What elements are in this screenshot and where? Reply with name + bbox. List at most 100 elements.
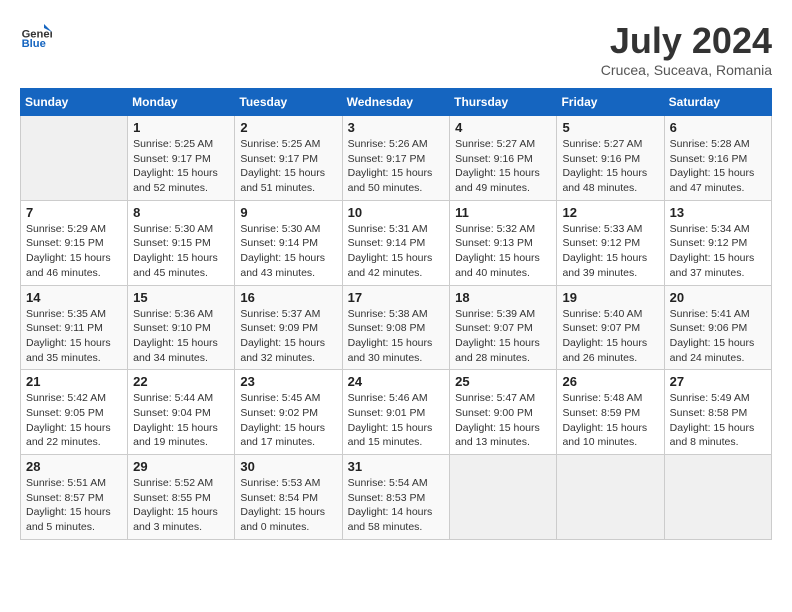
svg-text:Blue: Blue	[22, 38, 46, 50]
logo-icon: General Blue	[20, 20, 52, 52]
day-info: Sunrise: 5:30 AM Sunset: 9:14 PM Dayligh…	[240, 222, 336, 281]
column-header-wednesday: Wednesday	[342, 89, 450, 116]
title-block: July 2024 Crucea, Suceava, Romania	[601, 20, 772, 78]
calendar-cell: 28 Sunrise: 5:51 AM Sunset: 8:57 PM Dayli…	[21, 455, 128, 540]
column-header-friday: Friday	[557, 89, 664, 116]
day-info: Sunrise: 5:38 AM Sunset: 9:08 PM Dayligh…	[348, 307, 445, 366]
day-info: Sunrise: 5:28 AM Sunset: 9:16 PM Dayligh…	[670, 137, 766, 196]
day-number: 16	[240, 290, 336, 305]
calendar-cell: 4Sunrise: 5:27 AM Sunset: 9:16 PM Daylig…	[450, 116, 557, 201]
day-info: Sunrise: 5:45 AM Sunset: 9:02 PM Dayligh…	[240, 391, 336, 450]
logo: General Blue	[20, 20, 52, 52]
calendar-cell: 19 Sunrise: 5:40 AM Sunset: 9:07 PM Dayli…	[557, 285, 664, 370]
day-info: Sunrise: 5:44 AM Sunset: 9:04 PM Dayligh…	[133, 391, 229, 450]
day-number: 15	[133, 290, 229, 305]
calendar-cell: 16 Sunrise: 5:37 AM Sunset: 9:09 PM Dayli…	[235, 285, 342, 370]
day-number: 20	[670, 290, 766, 305]
day-number: 27	[670, 374, 766, 389]
day-info: Sunrise: 5:34 AM Sunset: 9:12 PM Dayligh…	[670, 222, 766, 281]
calendar-cell	[450, 455, 557, 540]
day-number: 9	[240, 205, 336, 220]
calendar-cell: 27Sunrise: 5:49 AM Sunset: 8:58 PM Dayli…	[664, 370, 771, 455]
day-number: 17	[348, 290, 445, 305]
calendar-cell: 1 Sunrise: 5:25 AM Sunset: 9:17 PM Daylig…	[128, 116, 235, 201]
column-header-sunday: Sunday	[21, 89, 128, 116]
day-number: 11	[455, 205, 551, 220]
calendar-cell: 3 Sunrise: 5:26 AM Sunset: 9:17 PM Daylig…	[342, 116, 450, 201]
calendar-cell: 26Sunrise: 5:48 AM Sunset: 8:59 PM Dayli…	[557, 370, 664, 455]
calendar-cell: 10 Sunrise: 5:31 AM Sunset: 9:14 PM Dayli…	[342, 200, 450, 285]
day-info: Sunrise: 5:53 AM Sunset: 8:54 PM Dayligh…	[240, 476, 336, 535]
calendar-cell: 14 Sunrise: 5:35 AM Sunset: 9:11 PM Dayli…	[21, 285, 128, 370]
day-info: Sunrise: 5:31 AM Sunset: 9:14 PM Dayligh…	[348, 222, 445, 281]
day-number: 30	[240, 459, 336, 474]
day-info: Sunrise: 5:25 AM Sunset: 9:17 PM Dayligh…	[240, 137, 336, 196]
column-header-tuesday: Tuesday	[235, 89, 342, 116]
day-info: Sunrise: 5:42 AM Sunset: 9:05 PM Dayligh…	[26, 391, 122, 450]
day-info: Sunrise: 5:40 AM Sunset: 9:07 PM Dayligh…	[562, 307, 658, 366]
day-number: 21	[26, 374, 122, 389]
calendar-cell: 24Sunrise: 5:46 AM Sunset: 9:01 PM Dayli…	[342, 370, 450, 455]
day-number: 22	[133, 374, 229, 389]
calendar-cell: 22 Sunrise: 5:44 AM Sunset: 9:04 PM Dayli…	[128, 370, 235, 455]
day-number: 19	[562, 290, 658, 305]
day-number: 28	[26, 459, 122, 474]
calendar-cell: 8 Sunrise: 5:30 AM Sunset: 9:15 PM Daylig…	[128, 200, 235, 285]
month-title: July 2024	[601, 20, 772, 62]
calendar-cell: 23Sunrise: 5:45 AM Sunset: 9:02 PM Dayli…	[235, 370, 342, 455]
day-number: 29	[133, 459, 229, 474]
calendar-cell: 21 Sunrise: 5:42 AM Sunset: 9:05 PM Dayli…	[21, 370, 128, 455]
day-number: 6	[670, 120, 766, 135]
calendar-cell: 13 Sunrise: 5:34 AM Sunset: 9:12 PM Dayli…	[664, 200, 771, 285]
day-number: 12	[562, 205, 658, 220]
calendar-cell: 31 Sunrise: 5:54 AM Sunset: 8:53 PM Dayli…	[342, 455, 450, 540]
day-number: 8	[133, 205, 229, 220]
calendar-cell: 30 Sunrise: 5:53 AM Sunset: 8:54 PM Dayli…	[235, 455, 342, 540]
column-header-monday: Monday	[128, 89, 235, 116]
day-number: 5	[562, 120, 658, 135]
day-number: 3	[348, 120, 445, 135]
day-number: 7	[26, 205, 122, 220]
location: Crucea, Suceava, Romania	[601, 62, 772, 78]
calendar-cell: 29 Sunrise: 5:52 AM Sunset: 8:55 PM Dayli…	[128, 455, 235, 540]
column-header-saturday: Saturday	[664, 89, 771, 116]
calendar-cell: 25 Sunrise: 5:47 AM Sunset: 9:00 PM Dayli…	[450, 370, 557, 455]
day-info: Sunrise: 5:33 AM Sunset: 9:12 PM Dayligh…	[562, 222, 658, 281]
calendar-cell: 12 Sunrise: 5:33 AM Sunset: 9:12 PM Dayli…	[557, 200, 664, 285]
day-number: 24	[348, 374, 445, 389]
day-info: Sunrise: 5:27 AM Sunset: 9:16 PM Dayligh…	[562, 137, 658, 196]
calendar-cell: 6 Sunrise: 5:28 AM Sunset: 9:16 PM Daylig…	[664, 116, 771, 201]
day-info: Sunrise: 5:41 AM Sunset: 9:06 PM Dayligh…	[670, 307, 766, 366]
day-number: 25	[455, 374, 551, 389]
calendar-cell: 18 Sunrise: 5:39 AM Sunset: 9:07 PM Dayli…	[450, 285, 557, 370]
day-number: 4	[455, 120, 551, 135]
calendar-cell: 2Sunrise: 5:25 AM Sunset: 9:17 PM Daylig…	[235, 116, 342, 201]
calendar-cell	[557, 455, 664, 540]
day-number: 31	[348, 459, 445, 474]
day-info: Sunrise: 5:51 AM Sunset: 8:57 PM Dayligh…	[26, 476, 122, 535]
calendar-cell: 11Sunrise: 5:32 AM Sunset: 9:13 PM Dayli…	[450, 200, 557, 285]
day-info: Sunrise: 5:30 AM Sunset: 9:15 PM Dayligh…	[133, 222, 229, 281]
day-number: 10	[348, 205, 445, 220]
day-info: Sunrise: 5:54 AM Sunset: 8:53 PM Dayligh…	[348, 476, 445, 535]
day-number: 13	[670, 205, 766, 220]
day-info: Sunrise: 5:25 AM Sunset: 9:17 PM Dayligh…	[133, 137, 229, 196]
day-info: Sunrise: 5:37 AM Sunset: 9:09 PM Dayligh…	[240, 307, 336, 366]
day-info: Sunrise: 5:35 AM Sunset: 9:11 PM Dayligh…	[26, 307, 122, 366]
day-number: 1	[133, 120, 229, 135]
day-info: Sunrise: 5:47 AM Sunset: 9:00 PM Dayligh…	[455, 391, 551, 450]
day-number: 14	[26, 290, 122, 305]
column-header-thursday: Thursday	[450, 89, 557, 116]
calendar-cell: 5 Sunrise: 5:27 AM Sunset: 9:16 PM Daylig…	[557, 116, 664, 201]
day-info: Sunrise: 5:48 AM Sunset: 8:59 PM Dayligh…	[562, 391, 658, 450]
day-info: Sunrise: 5:52 AM Sunset: 8:55 PM Dayligh…	[133, 476, 229, 535]
calendar-cell: 7 Sunrise: 5:29 AM Sunset: 9:15 PM Daylig…	[21, 200, 128, 285]
day-info: Sunrise: 5:36 AM Sunset: 9:10 PM Dayligh…	[133, 307, 229, 366]
calendar-table: SundayMondayTuesdayWednesdayThursdayFrid…	[20, 88, 772, 540]
day-info: Sunrise: 5:26 AM Sunset: 9:17 PM Dayligh…	[348, 137, 445, 196]
day-number: 18	[455, 290, 551, 305]
calendar-cell: 9 Sunrise: 5:30 AM Sunset: 9:14 PM Daylig…	[235, 200, 342, 285]
day-info: Sunrise: 5:29 AM Sunset: 9:15 PM Dayligh…	[26, 222, 122, 281]
calendar-cell: 20 Sunrise: 5:41 AM Sunset: 9:06 PM Dayli…	[664, 285, 771, 370]
day-info: Sunrise: 5:39 AM Sunset: 9:07 PM Dayligh…	[455, 307, 551, 366]
